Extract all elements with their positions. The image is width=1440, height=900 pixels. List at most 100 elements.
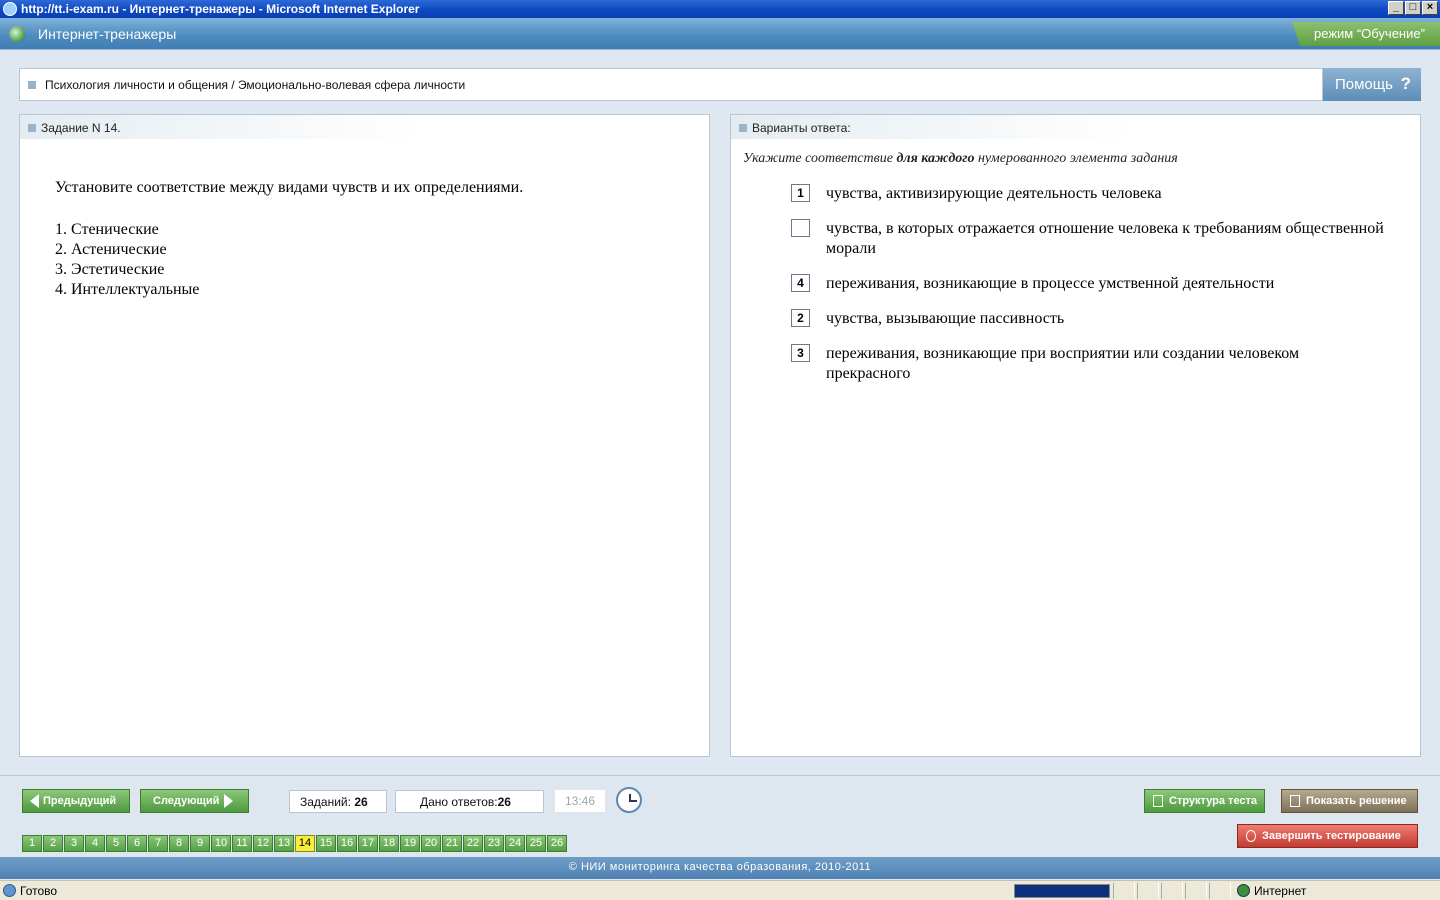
next-label: Следующий <box>153 795 220 807</box>
question-item: 1. Стенические <box>55 221 159 238</box>
tasks-value: 26 <box>354 795 368 809</box>
document-icon <box>1153 795 1163 807</box>
page-button[interactable]: 24 <box>505 835 525 852</box>
status-text: Готово <box>20 884 58 898</box>
answers-count: Дано ответов:26 <box>395 790 544 813</box>
instruction-bold: для каждого <box>896 151 975 166</box>
page-button[interactable]: 9 <box>190 835 210 852</box>
page-button[interactable]: 1 <box>22 835 42 852</box>
answers-label: Дано ответов: <box>420 795 498 809</box>
breadcrumb: Психология личности и общения / Эмоциона… <box>19 68 1323 101</box>
bullet-icon <box>28 124 36 132</box>
page-button[interactable]: 5 <box>106 835 126 852</box>
page-button[interactable]: 4 <box>85 835 105 852</box>
breadcrumb-text: Психология личности и общения / Эмоциона… <box>45 78 466 92</box>
question-item: 3. Эстетические <box>55 261 165 278</box>
answer-input[interactable] <box>791 219 810 237</box>
minimize-button[interactable]: _ <box>1388 1 1404 15</box>
answer-option-text: переживания, возникающие при восприятии … <box>826 345 1300 382</box>
help-button[interactable]: Помощь ? <box>1323 68 1421 101</box>
app-header: Интернет-тренажеры режим “Обучение” <box>0 18 1440 50</box>
bullet-icon <box>28 81 36 89</box>
page-button[interactable]: 10 <box>211 835 231 852</box>
page-navigator: 1 2 3 4 5 6 7 8 9 10 11 12 13 14 15 16 17 18 19 20 21 22 23 24 2… <box>22 835 568 852</box>
finish-label: Завершить тестирование <box>1262 830 1401 842</box>
answer-input[interactable]: 1 <box>791 184 810 202</box>
tasks-count: Заданий: 26 <box>289 790 387 813</box>
question-text: Установите соответствие между видами чув… <box>55 179 524 196</box>
instruction-suffix: нумерованного элемента задания <box>977 151 1178 166</box>
status-cell <box>1209 883 1231 899</box>
page-button[interactable]: 16 <box>337 835 357 852</box>
close-button[interactable]: × <box>1422 1 1438 15</box>
bullet-icon <box>739 124 747 132</box>
question-items: 1. Стенические 2. Астенические 3. Эстети… <box>55 220 199 300</box>
page-button[interactable]: 8 <box>169 835 189 852</box>
page-button[interactable]: 3 <box>64 835 84 852</box>
timer: 13:46 <box>555 790 605 812</box>
page-button[interactable]: 20 <box>421 835 441 852</box>
status-cell <box>1161 883 1183 899</box>
task-number: Задание N 14. <box>41 121 121 135</box>
page-button[interactable]: 23 <box>484 835 504 852</box>
tasks-label: Заданий: <box>300 795 351 809</box>
ie-icon <box>3 2 17 16</box>
app-title: Интернет-тренажеры <box>38 26 177 42</box>
question-mark-icon: ? <box>1400 74 1411 93</box>
arrow-left-icon <box>30 794 39 808</box>
answer-input[interactable]: 3 <box>791 344 810 362</box>
prev-button[interactable]: Предыдущий <box>22 789 130 813</box>
book-icon <box>1290 795 1300 807</box>
arrow-right-icon <box>224 794 234 808</box>
page-button[interactable]: 7 <box>148 835 168 852</box>
answer-option-text: чувства, в которых отражается отношение … <box>826 220 1384 257</box>
window-title: http://tt.i-exam.ru - Интернет-тренажеры… <box>21 2 420 16</box>
finish-test-button[interactable]: Завершить тестирование <box>1237 824 1418 848</box>
page-button[interactable]: 17 <box>358 835 378 852</box>
page-button[interactable]: 25 <box>526 835 546 852</box>
prev-label: Предыдущий <box>43 795 117 807</box>
page-button[interactable]: 14 <box>295 835 315 852</box>
next-button[interactable]: Следующий <box>140 789 249 813</box>
globe-icon <box>1237 884 1250 897</box>
page-button[interactable]: 11 <box>232 835 252 852</box>
page-button[interactable]: 6 <box>127 835 147 852</box>
page-button[interactable]: 12 <box>253 835 273 852</box>
logo-icon <box>9 26 25 42</box>
answers-header: Варианты ответа: <box>752 121 851 135</box>
answer-input[interactable]: 4 <box>791 274 810 292</box>
test-structure-button[interactable]: Структура теста <box>1144 789 1265 813</box>
page-icon <box>3 884 16 897</box>
page-button[interactable]: 15 <box>316 835 336 852</box>
page-button[interactable]: 2 <box>43 835 63 852</box>
page-button[interactable]: 22 <box>463 835 483 852</box>
show-solution-label: Показать решение <box>1306 795 1407 807</box>
footer: © НИИ мониторинга качества образования, … <box>0 857 1440 879</box>
zone-text: Интернет <box>1254 884 1307 898</box>
show-solution-button[interactable]: Показать решение <box>1281 789 1418 813</box>
answer-input[interactable]: 2 <box>791 309 810 327</box>
page-button[interactable]: 18 <box>379 835 399 852</box>
window-titlebar: http://tt.i-exam.ru - Интернет-тренажеры… <box>0 0 1440 18</box>
answer-option-text: чувства, активизирующие деятельность чел… <box>826 185 1162 202</box>
structure-label: Структура теста <box>1169 795 1258 807</box>
answers-panel: Варианты ответа: Укажите соответствие дл… <box>730 114 1421 757</box>
status-cell <box>1137 883 1159 899</box>
maximize-button[interactable]: □ <box>1405 1 1421 15</box>
page-button[interactable]: 21 <box>442 835 462 852</box>
answer-instruction: Укажите соответствие для каждого нумеров… <box>743 151 1178 167</box>
page-button[interactable]: 13 <box>274 835 294 852</box>
progress-bar <box>1014 884 1110 898</box>
status-bar: Готово Интернет <box>0 880 1440 900</box>
answer-option-text: чувства, вызывающие пассивность <box>826 310 1065 327</box>
task-panel: Задание N 14. Установите соответствие ме… <box>19 114 710 757</box>
instruction-prefix: Укажите соответствие <box>743 151 893 166</box>
question-item: 4. Интеллектуальные <box>55 281 200 298</box>
answers-panel-header: Варианты ответа: <box>731 115 1131 139</box>
page-button[interactable]: 26 <box>547 835 567 852</box>
task-panel-header: Задание N 14. <box>20 115 420 139</box>
window-controls: _ □ × <box>1388 1 1438 15</box>
page-button[interactable]: 19 <box>400 835 420 852</box>
status-cell <box>1113 883 1135 899</box>
question-item: 2. Астенические <box>55 241 167 258</box>
